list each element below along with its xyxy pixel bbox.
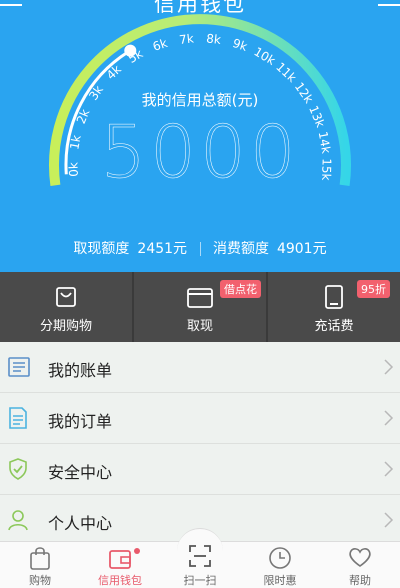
tab-shopping[interactable]: 购物 (0, 542, 80, 588)
menu-item-orders[interactable]: 我的订单 (0, 393, 400, 444)
menu-item-security[interactable]: 安全中心 (0, 444, 400, 495)
phone-icon (325, 285, 343, 309)
quota-row: 取现额度 2451元 消费额度 4901元 (0, 238, 400, 258)
clock-icon (269, 547, 291, 569)
cash-withdraw-button[interactable]: 借点花 取现 (132, 272, 266, 342)
installment-shopping-button[interactable]: 分期购物 (0, 272, 132, 342)
scan-icon (189, 545, 211, 567)
receipt-icon (8, 357, 30, 377)
action-strip: 分期购物 借点花 取现 95折 充话费 (0, 272, 400, 342)
gauge-tick-label: 7k (178, 31, 194, 46)
tab-label: 限时惠 (263, 574, 297, 587)
bottom-tab-bar: 购物 信用钱包 扫一扫 限时惠 帮助 (0, 528, 400, 588)
gauge-tick-label: 6k (151, 36, 169, 54)
chevron-right-icon (384, 359, 394, 375)
tab-credit-wallet[interactable]: 信用钱包 (80, 542, 160, 588)
shopping-bag-icon (56, 287, 76, 307)
gauge-tick-label: 10k (251, 44, 277, 67)
gauge-tick-label: 8k (206, 31, 222, 46)
tab-help[interactable]: 帮助 (320, 542, 400, 588)
action-label: 充话费 (314, 319, 354, 334)
chevron-right-icon (384, 461, 394, 477)
tab-label: 购物 (29, 574, 51, 587)
tab-label: 帮助 (349, 574, 371, 587)
heart-icon (349, 548, 371, 567)
tab-label: 信用钱包 (98, 574, 142, 587)
document-icon (9, 407, 27, 429)
consume-quota-value: 4901元 (276, 241, 327, 257)
gauge-tick-label: 11k (273, 60, 299, 85)
tab-scan[interactable]: 扫一扫 (160, 528, 240, 588)
menu-item-bills[interactable]: 我的账单 (0, 342, 400, 393)
promo-badge: 借点花 (220, 280, 261, 298)
chevron-right-icon (384, 410, 394, 426)
cash-quota-label: 取现额度 (73, 241, 130, 257)
action-label: 取现 (186, 319, 213, 334)
quota-divider (199, 242, 201, 256)
cash-quota-value: 2451元 (137, 241, 188, 257)
shield-check-icon (9, 458, 27, 480)
consume-quota-label: 消费额度 (212, 241, 269, 257)
gauge-tick-label: 9k (231, 36, 249, 54)
menu-item-label: 安全中心 (48, 463, 113, 482)
chevron-right-icon (384, 512, 394, 528)
menu-list: 我的账单 我的订单 安全中心 个人中心 (0, 342, 400, 546)
notification-dot (134, 548, 140, 554)
phone-recharge-button[interactable]: 95折 充话费 (266, 272, 400, 342)
action-label: 分期购物 (39, 319, 92, 334)
person-icon (8, 510, 28, 531)
wallet-icon (109, 550, 131, 569)
credit-total-amount: 5000 (100, 110, 300, 195)
discount-badge: 95折 (357, 280, 390, 298)
bag-icon (30, 547, 50, 570)
menu-item-label: 我的账单 (48, 361, 113, 380)
gauge-subtitle: 我的信用总额(元) (141, 91, 259, 109)
tab-label: 扫一扫 (183, 574, 217, 587)
gauge-knob (124, 44, 137, 57)
card-icon (187, 288, 213, 308)
credit-hero: 信用钱包 0k 1k 2k 3k 4k 5k 6k 7k 8k 9k 10k 11k 12k 13k 14k… (0, 0, 400, 272)
menu-item-label: 我的订单 (48, 412, 113, 431)
menu-item-label: 个人中心 (48, 514, 113, 533)
gauge-tick-label: 4k (104, 62, 124, 82)
tab-limited-deals[interactable]: 限时惠 (240, 542, 320, 588)
